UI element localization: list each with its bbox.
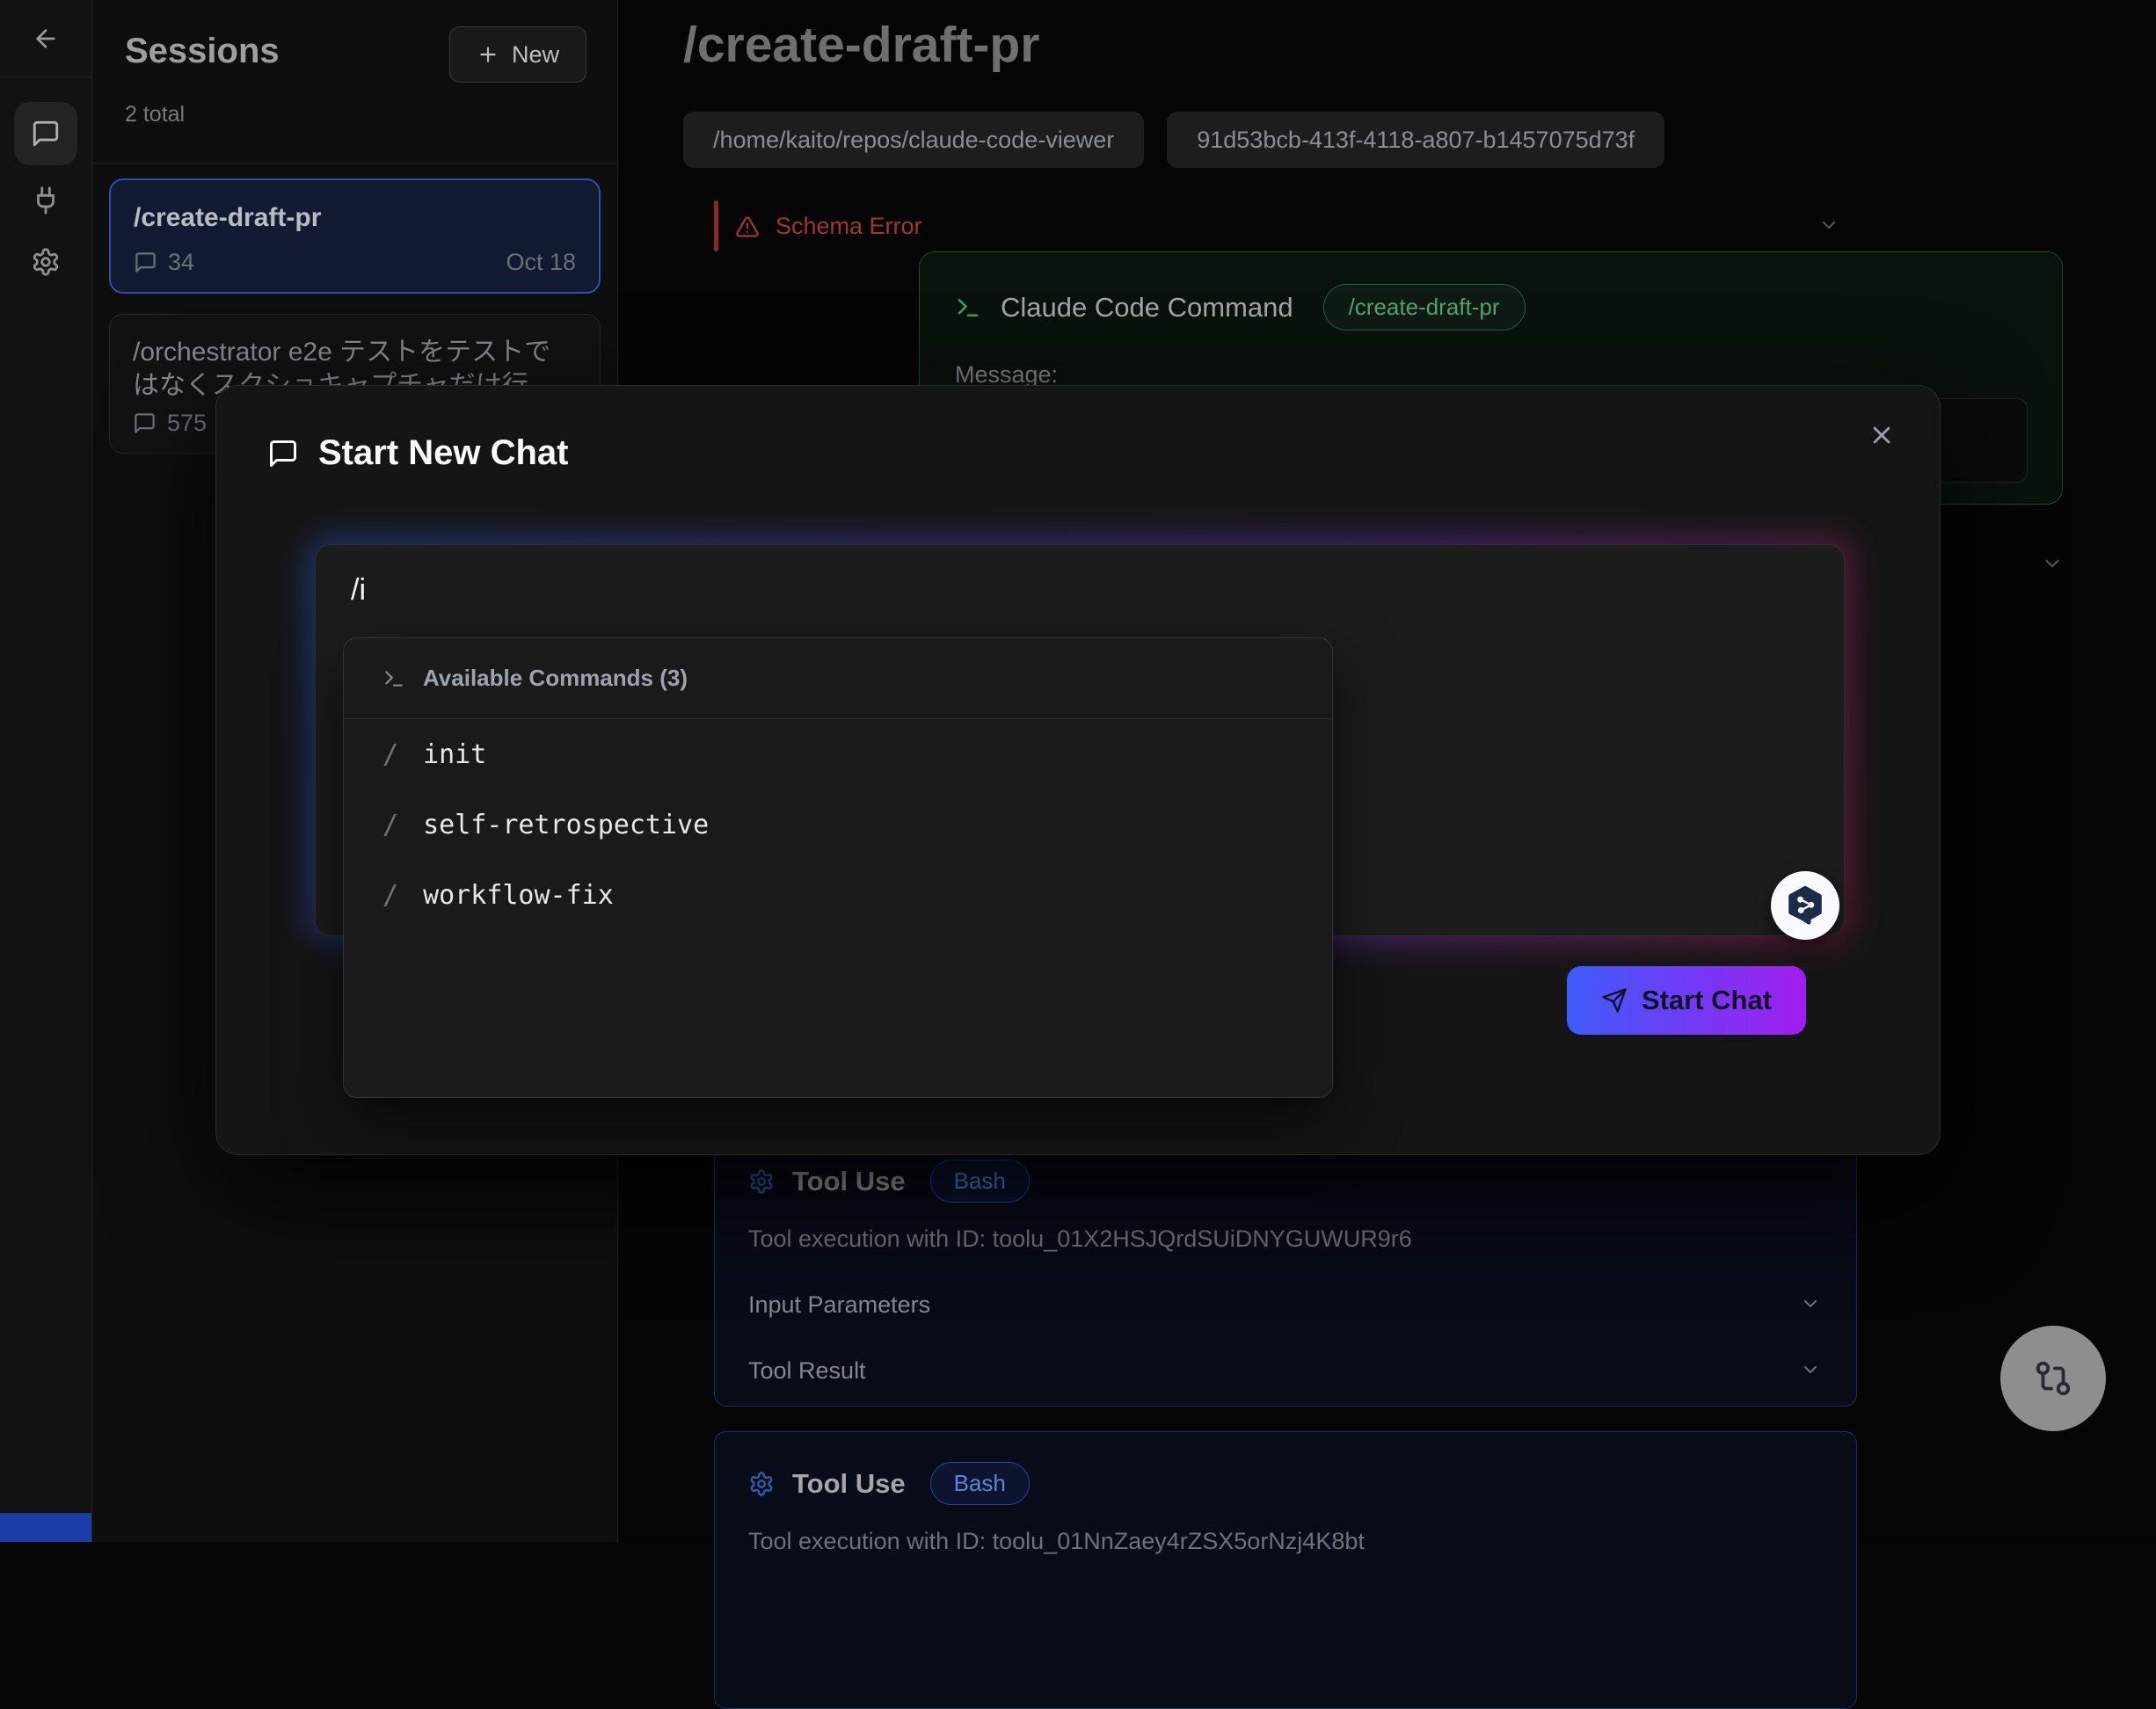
gear-icon	[748, 1168, 775, 1195]
section-label: Input Parameters	[748, 1291, 930, 1318]
settings-gear-icon	[31, 247, 61, 277]
command-name: self-retrospective	[423, 810, 709, 840]
modal-title: Start New Chat	[318, 433, 569, 473]
tool-use-card: Tool Use Bash Tool execution with ID: to…	[714, 1431, 1857, 1709]
message-square-icon	[267, 438, 299, 469]
chevron-down-icon[interactable]	[2041, 552, 2064, 575]
tool-use-title: Tool Use	[792, 1468, 906, 1500]
input-parameters-toggle[interactable]: Input Parameters	[748, 1291, 1823, 1319]
warning-triangle-icon	[735, 215, 760, 239]
command-badge: /create-draft-pr	[1323, 284, 1526, 331]
message-square-icon	[134, 251, 157, 274]
chat-icon	[31, 119, 61, 149]
terminal-icon	[955, 295, 981, 321]
session-message-count: 575	[167, 410, 207, 437]
command-card-title: Claude Code Command	[1001, 292, 1293, 324]
git-compare-floating-button[interactable]	[2000, 1326, 2106, 1431]
tool-use-title: Tool Use	[792, 1166, 906, 1197]
sidebar-item-settings[interactable]	[14, 236, 77, 288]
session-message-count: 34	[168, 249, 194, 276]
gear-icon	[748, 1471, 775, 1497]
session-id-badge: 91d53bcb-413f-4118-a807-b1457075d73f	[1167, 112, 1664, 168]
message-input-value: /i	[351, 573, 366, 607]
session-card-selected[interactable]: /create-draft-pr 34 Oct 18	[109, 178, 601, 294]
repo-path-badge: /home/kaito/repos/claude-code-viewer	[683, 112, 1144, 168]
command-suggestions-menu: Available Commands (3) / init / self-ret…	[343, 637, 1333, 1098]
bottom-left-accent	[0, 1513, 91, 1542]
session-title: /create-draft-pr	[134, 201, 576, 235]
session-date: Oct 18	[506, 249, 576, 276]
new-session-button[interactable]: New	[449, 26, 586, 83]
sidebar-item-chats[interactable]	[14, 102, 77, 165]
sessions-panel-title: Sessions	[125, 32, 280, 71]
command-option-workflow-fix[interactable]: / workflow-fix	[344, 860, 1332, 930]
command-name: init	[423, 739, 486, 770]
command-prefix: /	[382, 880, 398, 911]
command-prefix: /	[382, 739, 398, 770]
back-icon[interactable]	[32, 25, 60, 53]
tool-result-toggle[interactable]: Tool Result	[748, 1357, 1823, 1385]
tool-use-card: Tool Use Bash Tool execution with ID: to…	[714, 1129, 1857, 1407]
sidebar-item-mcp[interactable]	[14, 174, 77, 227]
sessions-total: 2 total	[125, 102, 185, 127]
command-prefix: /	[382, 810, 398, 840]
app-logo-badge	[1771, 871, 1839, 940]
start-new-chat-modal: Start New Chat /i Available Commands (3)…	[215, 385, 1941, 1155]
plug-icon	[31, 185, 61, 215]
terminal-icon	[382, 667, 405, 690]
close-icon[interactable]	[1868, 421, 1896, 449]
session-info-badges: /home/kaito/repos/claude-code-viewer 91d…	[683, 112, 1664, 168]
share-logo-icon	[1782, 883, 1828, 928]
command-name: workflow-fix	[423, 880, 614, 911]
page-title: /create-draft-pr	[683, 16, 1039, 74]
session-meta: 34 Oct 18	[134, 249, 576, 276]
schema-error-collapsible[interactable]: Schema Error	[714, 200, 1857, 251]
sidebar-top-section	[0, 0, 91, 77]
section-label: Tool Result	[748, 1357, 866, 1384]
chevron-down-icon	[1800, 1293, 1821, 1314]
start-chat-label: Start Chat	[1642, 985, 1772, 1016]
tool-execution-id: Tool execution with ID: toolu_01X2HSJQrd…	[748, 1225, 1823, 1253]
error-accent-bar	[714, 200, 718, 251]
new-session-label: New	[512, 41, 559, 69]
schema-error-label: Schema Error	[776, 213, 922, 240]
command-option-self-retrospective[interactable]: / self-retrospective	[344, 789, 1332, 860]
available-commands-title: Available Commands (3)	[423, 665, 688, 692]
plus-icon	[477, 43, 499, 66]
chevron-down-icon[interactable]	[1818, 215, 1839, 236]
icon-sidebar	[0, 0, 92, 1542]
send-icon	[1601, 987, 1628, 1014]
start-chat-button[interactable]: Start Chat	[1567, 966, 1806, 1035]
sessions-header: Sessions New 2 total	[92, 0, 617, 164]
command-option-init[interactable]: / init	[344, 719, 1332, 789]
tool-name-badge: Bash	[930, 1462, 1030, 1505]
chevron-down-icon	[1800, 1359, 1821, 1380]
message-square-icon	[133, 411, 157, 435]
tool-name-badge: Bash	[930, 1160, 1030, 1203]
git-compare-icon	[2033, 1358, 2073, 1399]
